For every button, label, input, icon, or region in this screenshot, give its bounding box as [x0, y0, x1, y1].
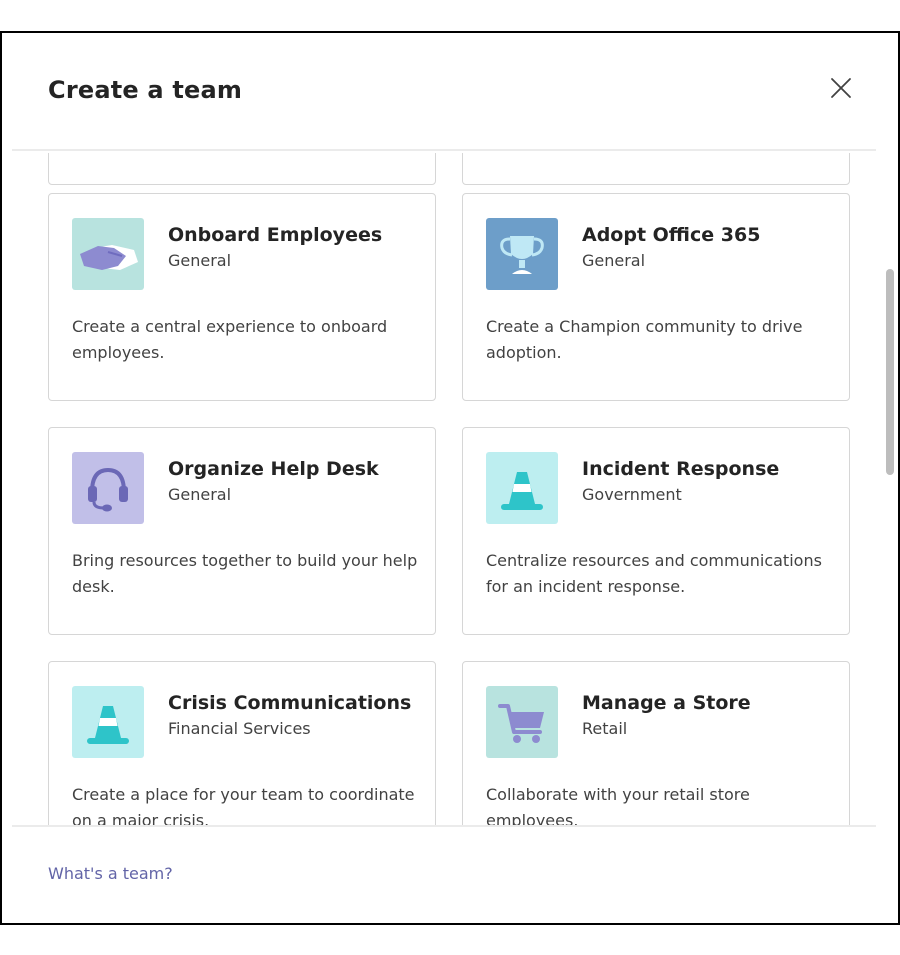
template-category: Financial Services: [168, 719, 311, 738]
trophy-icon: [486, 218, 558, 290]
template-name: Onboard Employees: [168, 224, 383, 246]
traffic-cone-icon: [72, 686, 144, 758]
handshake-icon: [72, 218, 144, 290]
template-card-partial[interactable]: [48, 153, 436, 185]
template-name: Incident Response: [582, 458, 780, 480]
template-category: General: [168, 251, 232, 270]
template-card-organize-help-desk[interactable]: Organize Help Desk General Bring resourc…: [48, 427, 436, 635]
footer-divider: [12, 825, 876, 827]
template-description: Create a Champion community to drive ado…: [486, 317, 803, 362]
template-category: Retail: [582, 719, 628, 738]
template-description: Collaborate with your retail store emplo…: [486, 785, 750, 825]
template-card-crisis-communications[interactable]: Crisis Communications Financial Services…: [48, 661, 436, 825]
vertical-scrollbar[interactable]: [886, 269, 894, 475]
template-card-incident-response[interactable]: Incident Response Government Centralize …: [462, 427, 850, 635]
close-icon[interactable]: [828, 75, 854, 101]
template-description: Centralize resources and communications …: [486, 551, 822, 596]
template-category: General: [582, 251, 646, 270]
template-name: Manage a Store: [582, 692, 751, 714]
traffic-cone-icon: [486, 452, 558, 524]
template-category: General: [168, 485, 232, 504]
headset-icon: [72, 452, 144, 524]
template-card-partial[interactable]: [462, 153, 850, 185]
template-description: Create a place for your team to coordina…: [72, 785, 415, 825]
whats-a-team-link[interactable]: What's a team?: [48, 864, 173, 883]
create-team-dialog: Create a team Onboard Employees General …: [0, 31, 900, 925]
template-category: Government: [582, 485, 682, 504]
template-card-adopt-office-365[interactable]: Adopt Office 365 General Create a Champi…: [462, 193, 850, 401]
template-name: Adopt Office 365: [582, 224, 761, 246]
dialog-header: Create a team: [2, 33, 898, 151]
template-card-onboard-employees[interactable]: Onboard Employees General Create a centr…: [48, 193, 436, 401]
header-divider: [12, 149, 876, 151]
dialog-title: Create a team: [48, 76, 243, 104]
shopping-cart-icon: [486, 686, 558, 758]
template-description: Create a central experience to onboard e…: [72, 317, 388, 362]
template-list[interactable]: Onboard Employees General Create a centr…: [2, 153, 898, 825]
template-name: Organize Help Desk: [168, 458, 379, 480]
template-card-manage-a-store[interactable]: Manage a Store Retail Collaborate with y…: [462, 661, 850, 825]
template-description: Bring resources together to build your h…: [72, 551, 418, 596]
template-name: Crisis Communications: [168, 692, 412, 714]
